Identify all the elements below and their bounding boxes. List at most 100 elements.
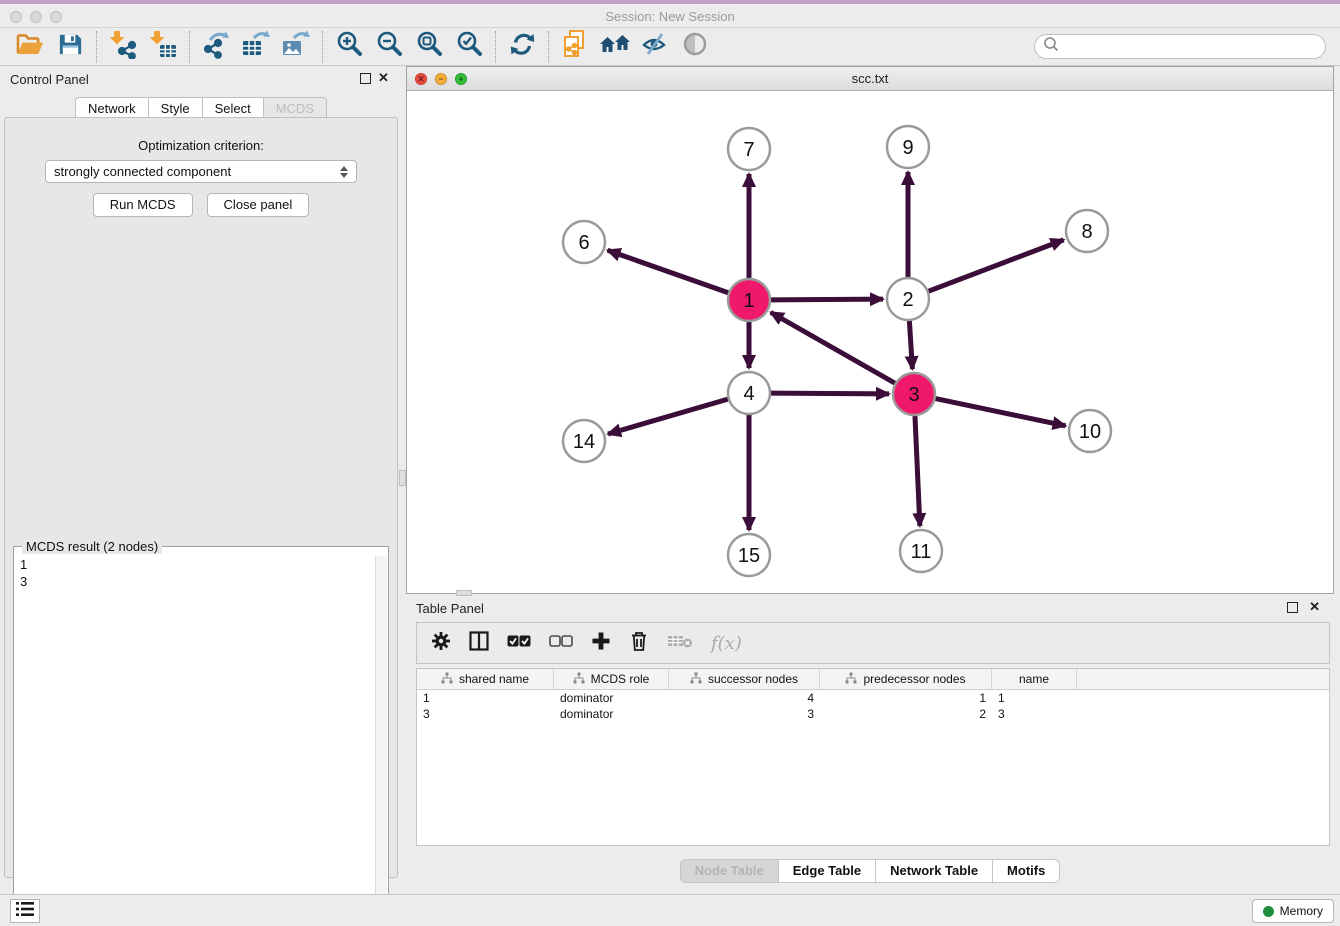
delete-column-button[interactable]	[667, 633, 693, 654]
table-delete-icon	[667, 633, 693, 654]
graph-node-7[interactable]: 7	[728, 128, 770, 170]
show-columns-button[interactable]	[469, 631, 489, 656]
table-cell[interactable]: dominator	[554, 691, 669, 705]
float-panel-icon[interactable]	[360, 73, 371, 84]
delete-rows-button[interactable]	[629, 630, 649, 657]
tab-motifs[interactable]: Motifs	[992, 859, 1060, 883]
toolbar-separator	[96, 31, 97, 63]
table-cell[interactable]: 2	[820, 707, 992, 721]
column-header-shared-name[interactable]: shared name	[417, 669, 554, 689]
export-network-button[interactable]	[196, 30, 236, 64]
first-neighbors-button[interactable]	[595, 30, 635, 64]
open-session-button[interactable]	[10, 30, 50, 64]
graph-edge-3-1[interactable]	[771, 312, 895, 383]
network-graph[interactable]: 7 9 6 8 1 2 4 3 14 10 15 11	[407, 91, 1333, 593]
close-table-panel-icon[interactable]: ✕	[1309, 599, 1320, 614]
graph-node-8[interactable]: 8	[1066, 210, 1108, 252]
graph-edge-1-6[interactable]	[608, 250, 729, 292]
graph-node-15[interactable]: 15	[728, 534, 770, 576]
graph-node-1[interactable]: 1	[728, 279, 770, 321]
graph-edge-2-8[interactable]	[929, 240, 1064, 291]
show-hidden-button[interactable]	[675, 30, 715, 64]
graph-edge-1-2[interactable]	[771, 299, 883, 300]
graph-node-2[interactable]: 2	[887, 278, 929, 320]
table-cell[interactable]: dominator	[554, 707, 669, 721]
import-table-button[interactable]	[143, 30, 183, 64]
zoom-in-button[interactable]	[329, 30, 369, 64]
network-view-window: ✕ − + scc.txt 7 9 6 8 1 2 4 3 14 10 15 11	[406, 66, 1334, 594]
table-tabs: Node TableEdge TableNetwork TableMotifs	[406, 859, 1334, 883]
function-builder-button[interactable]: f(x)	[711, 633, 742, 654]
table-settings-button[interactable]	[431, 631, 451, 656]
mcds-panel: Optimization criterion: strongly connect…	[4, 117, 398, 878]
export-image-button[interactable]	[276, 30, 316, 64]
table-cell[interactable]: 1	[992, 691, 1077, 705]
column-label: shared name	[459, 672, 529, 686]
result-scrollbar[interactable]	[375, 556, 387, 920]
table-cell[interactable]: 1	[417, 691, 554, 705]
column-label: predecessor nodes	[863, 672, 965, 686]
float-table-panel-icon[interactable]	[1287, 602, 1298, 613]
table-cell[interactable]: 4	[669, 691, 820, 705]
tab-network-table[interactable]: Network Table	[875, 859, 992, 883]
mcds-result-title: MCDS result (2 nodes)	[22, 539, 162, 554]
mcds-result-line: 3	[20, 573, 374, 590]
network-window-titlebar[interactable]: ✕ − + scc.txt	[407, 67, 1333, 91]
graph-node-9[interactable]: 9	[887, 126, 929, 168]
select-all-button[interactable]	[507, 634, 531, 652]
column-header-MCDS-role[interactable]: MCDS role	[554, 669, 669, 689]
search-input[interactable]	[1034, 34, 1326, 59]
tab-node-table[interactable]: Node Table	[680, 859, 778, 883]
node-table[interactable]: shared name MCDS rolesuccessor nodes prede…	[416, 668, 1330, 846]
graph-edge-3-10[interactable]	[936, 399, 1066, 426]
criterion-dropdown[interactable]: strongly connected component	[45, 160, 357, 183]
graph-node-3[interactable]: 3	[893, 373, 935, 415]
add-column-button[interactable]	[591, 631, 611, 656]
tab-edge-table[interactable]: Edge Table	[778, 859, 875, 883]
houses-icon	[598, 31, 632, 62]
graph-edge-2-3[interactable]	[909, 321, 912, 369]
close-panel-icon[interactable]: ✕	[378, 70, 389, 85]
table-body: 1dominator4113dominator323	[417, 690, 1329, 722]
table-cell[interactable]: 3	[992, 707, 1077, 721]
graph-node-6[interactable]: 6	[563, 221, 605, 263]
zoom-out-button[interactable]	[369, 30, 409, 64]
search-icon	[1043, 36, 1059, 57]
deselect-all-button[interactable]	[549, 634, 573, 652]
vertical-divider-grip[interactable]	[399, 470, 406, 486]
table-cell[interactable]: 3	[669, 707, 820, 721]
column-header-predecessor-nodes[interactable]: predecessor nodes	[820, 669, 992, 689]
graph-node-4[interactable]: 4	[728, 372, 770, 414]
graph-node-10[interactable]: 10	[1069, 410, 1111, 452]
main-toolbar	[0, 28, 1340, 66]
graph-node-11[interactable]: 11	[900, 530, 942, 572]
table-row[interactable]: 3dominator323	[417, 706, 1329, 722]
column-type-icon	[441, 672, 453, 687]
svg-text:6: 6	[578, 232, 589, 254]
save-session-button[interactable]	[50, 30, 90, 64]
column-header-successor-nodes[interactable]: successor nodes	[669, 669, 820, 689]
zoom-fit-button[interactable]	[409, 30, 449, 64]
svg-text:7: 7	[743, 139, 754, 161]
run-mcds-button[interactable]: Run MCDS	[93, 193, 193, 217]
graph-edge-3-11[interactable]	[915, 416, 920, 526]
zoom-selected-button[interactable]	[449, 30, 489, 64]
table-panel: Table Panel ✕ f(x) shared nameMCDS roles…	[406, 596, 1334, 890]
copy-network-button[interactable]	[555, 30, 595, 64]
column-header-name[interactable]: name	[992, 669, 1077, 689]
graph-edge-4-3[interactable]	[771, 393, 889, 394]
task-history-button[interactable]	[10, 899, 40, 923]
graph-node-14[interactable]: 14	[563, 420, 605, 462]
memory-button[interactable]: Memory	[1252, 899, 1334, 923]
svg-text:3: 3	[908, 384, 919, 406]
hide-selected-button[interactable]	[635, 30, 675, 64]
refresh-layout-button[interactable]	[502, 30, 542, 64]
table-cell[interactable]: 1	[820, 691, 992, 705]
export-table-button[interactable]	[236, 30, 276, 64]
import-network-button[interactable]	[103, 30, 143, 64]
graph-edge-4-14[interactable]	[608, 399, 728, 434]
close-panel-button[interactable]: Close panel	[207, 193, 310, 217]
svg-text:15: 15	[738, 545, 760, 567]
table-cell[interactable]: 3	[417, 707, 554, 721]
table-row[interactable]: 1dominator411	[417, 690, 1329, 706]
